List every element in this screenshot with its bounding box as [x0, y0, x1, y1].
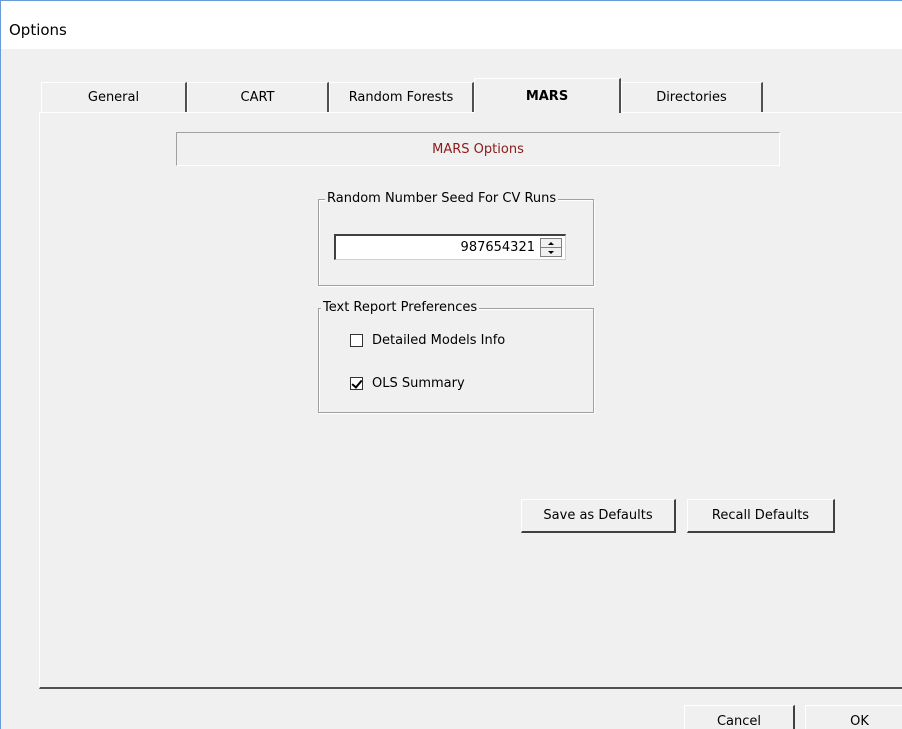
- tab-general[interactable]: General: [41, 82, 187, 112]
- text-report-preferences-label: Text Report Preferences: [321, 300, 480, 316]
- detailed-models-info-label: Detailed Models Info: [372, 332, 506, 348]
- tab-cart[interactable]: CART: [187, 82, 329, 112]
- random-seed-value: 987654321: [460, 240, 535, 255]
- random-seed-input[interactable]: 987654321: [334, 234, 566, 260]
- random-seed-group-label: Random Number Seed For CV Runs: [325, 191, 559, 207]
- detailed-models-info-checkbox[interactable]: [350, 333, 363, 347]
- ols-summary-label: OLS Summary: [372, 375, 465, 391]
- recall-defaults-button[interactable]: Recall Defaults: [687, 499, 835, 533]
- tab-mars[interactable]: MARS: [474, 78, 621, 113]
- text-report-preferences-group: Text Report Preferences: [318, 300, 594, 413]
- arrow-down-icon: [548, 250, 554, 254]
- arrow-up-icon: [548, 241, 554, 245]
- title-bar[interactable]: Options: [1, 1, 902, 49]
- tab-directories[interactable]: Directories: [621, 82, 763, 112]
- spin-down-button[interactable]: [541, 248, 561, 256]
- ok-button[interactable]: OK: [805, 705, 902, 729]
- spin-up-button[interactable]: [541, 239, 561, 248]
- save-as-defaults-button[interactable]: Save as Defaults: [521, 499, 676, 533]
- tab-random-forests[interactable]: Random Forests: [329, 82, 474, 112]
- options-dialog: Options General CART Random Forests MARS…: [0, 0, 902, 729]
- mars-options-header: MARS Options: [176, 132, 780, 166]
- window-title: Options: [9, 21, 67, 39]
- random-seed-spinner: [540, 238, 562, 257]
- cancel-button[interactable]: Cancel: [684, 705, 795, 729]
- detailed-models-info-option[interactable]: Detailed Models Info: [350, 331, 505, 349]
- ols-summary-checkbox[interactable]: [350, 376, 363, 390]
- ols-summary-option[interactable]: OLS Summary: [350, 374, 465, 392]
